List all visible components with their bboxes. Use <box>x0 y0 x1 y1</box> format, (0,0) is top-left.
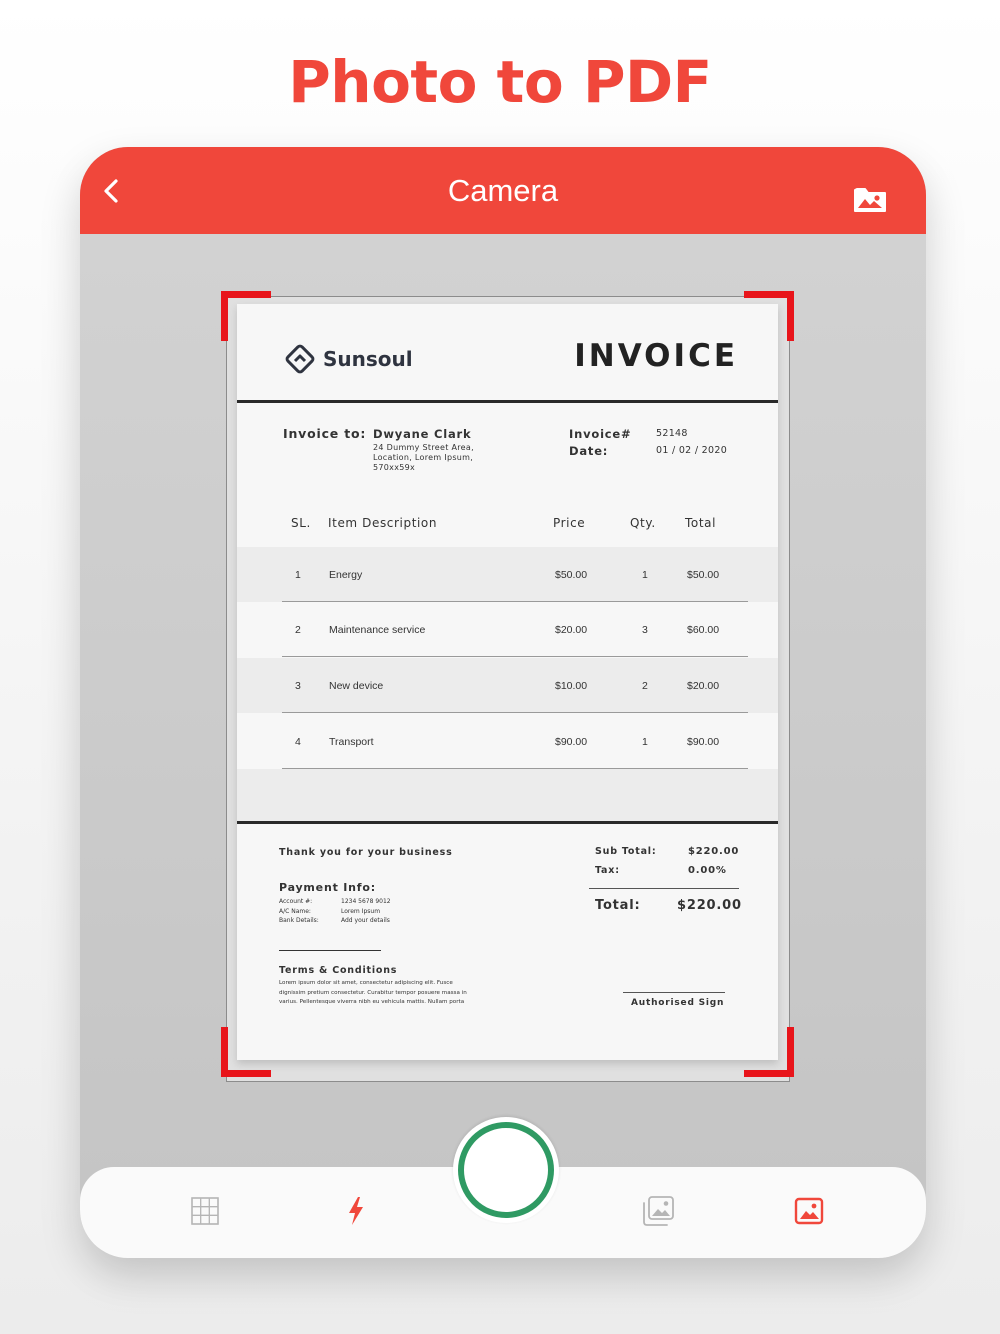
brand-name: Sunsoul <box>323 347 413 371</box>
payment-info-label: Payment Info: <box>279 881 376 894</box>
table-row: 3 New device $10.00 2 $20.00 <box>237 658 778 713</box>
col-sl: SL. <box>291 516 311 530</box>
image-button[interactable] <box>785 1187 833 1235</box>
screen-title: Camera <box>447 173 559 208</box>
folder-button[interactable] <box>850 181 890 217</box>
payment-values: 1234 5678 9012 Lorem Ipsum Add your deta… <box>341 898 391 924</box>
invoice-document: Sunsoul INVOICE Invoice to: Dwyane Clark… <box>237 304 778 1060</box>
tax-value: 0.00% <box>688 865 727 876</box>
table-row: 2 Maintenance service $20.00 3 $60.00 <box>237 602 778 657</box>
date-label: Date: <box>569 444 609 458</box>
thanks-text: Thank you for your business <box>279 847 453 858</box>
shutter-button[interactable] <box>453 1117 559 1223</box>
folder-image-icon <box>854 188 886 212</box>
flash-button[interactable] <box>332 1187 380 1235</box>
subtotal-label: Sub Total: <box>595 846 657 857</box>
grid-button[interactable] <box>181 1187 229 1235</box>
phone-screen: Camera Sunsoul INVOICE Invoice to: Dwyan… <box>80 147 926 1258</box>
total-divider <box>589 888 739 889</box>
chevron-left-icon <box>104 179 118 203</box>
crop-corner-bottom-left[interactable] <box>221 1027 271 1077</box>
table-row: 4 Transport $90.00 1 $90.00 <box>237 714 778 769</box>
diamond-logo-icon <box>285 344 315 374</box>
invoice-to-label: Invoice to: <box>283 426 367 441</box>
headline: Photo to PDF <box>288 48 712 116</box>
client-address: 24 Dummy Street Area, Location, Lorem Ip… <box>373 443 474 472</box>
payment-divider <box>279 950 381 951</box>
total-value: $220.00 <box>677 898 742 913</box>
col-price: Price <box>553 516 586 530</box>
header-divider <box>237 400 778 403</box>
col-total: Total <box>685 516 717 530</box>
subtotal-value: $220.00 <box>688 846 740 857</box>
table-row: 1 Energy $50.00 1 $50.00 <box>237 547 778 602</box>
crop-corner-bottom-right[interactable] <box>744 1027 794 1077</box>
terms-label: Terms & Conditions <box>279 965 398 976</box>
invoice-date: 01 / 02 / 2020 <box>656 445 728 456</box>
tax-label: Tax: <box>595 865 620 876</box>
grid-icon <box>191 1197 219 1225</box>
invoice-number-label: Invoice# <box>569 427 632 441</box>
top-bar: Camera <box>80 147 926 234</box>
footer-divider <box>237 821 778 824</box>
invoice-number: 52148 <box>656 428 688 439</box>
client-name: Dwyane Clark <box>373 427 472 441</box>
payment-labels: Account #: A/C Name: Bank Details: <box>279 898 319 924</box>
authorised-sign: Authorised Sign <box>631 998 725 1008</box>
table-footer-band <box>237 769 778 821</box>
sign-line <box>623 992 725 993</box>
invoice-logo: Sunsoul <box>285 344 413 374</box>
crop-corner-top-right[interactable] <box>744 291 794 341</box>
image-icon <box>794 1197 824 1225</box>
shutter-ring <box>458 1122 554 1218</box>
terms-text: Lorem ipsum dolor sit amet, consectetur … <box>279 980 467 1005</box>
crop-corner-top-left[interactable] <box>221 291 271 341</box>
invoice-title: INVOICE <box>574 338 738 374</box>
total-label: Total: <box>595 898 641 913</box>
back-button[interactable] <box>94 173 128 209</box>
flash-icon <box>349 1197 363 1225</box>
col-description: Item Description <box>328 516 438 530</box>
gallery-button[interactable] <box>634 1187 682 1235</box>
col-qty: Qty. <box>630 516 656 530</box>
camera-viewfinder[interactable]: Sunsoul INVOICE Invoice to: Dwyane Clark… <box>80 234 926 1258</box>
gallery-icon <box>643 1196 674 1226</box>
